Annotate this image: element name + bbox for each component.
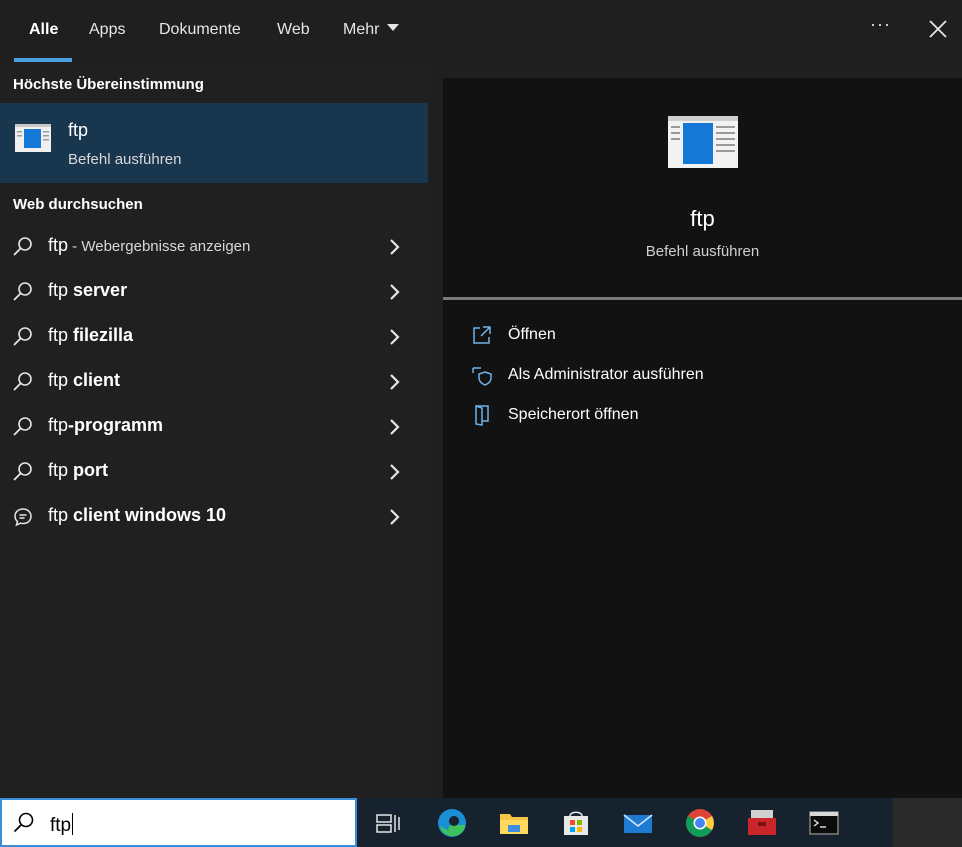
suggestion-prefix: ftp	[48, 505, 74, 525]
web-suggestion-item[interactable]: ftp filezilla	[0, 314, 428, 359]
open-icon	[473, 326, 491, 344]
run-as-admin-label: Als Administrator ausführen	[508, 366, 704, 383]
preview-pane: ftp Befehl ausführen Öffnen Als Administ…	[443, 78, 962, 798]
suggestion-bold: server	[73, 280, 128, 300]
search-tab-bar: Alle Apps Dokumente Web Mehr ···	[0, 0, 962, 62]
best-match-heading: Höchste Übereinstimmung	[13, 76, 204, 93]
web-suggestion-item[interactable]: ftp server	[0, 269, 428, 314]
chevron-right-icon	[390, 464, 400, 480]
more-options-icon[interactable]: ···	[870, 14, 891, 35]
file-location-icon	[475, 404, 489, 426]
search-icon	[13, 282, 32, 301]
chat-bubble-icon	[14, 508, 32, 527]
close-icon[interactable]	[926, 17, 950, 41]
suggestion-prefix: ftp	[48, 370, 74, 390]
web-suggestion-item[interactable]: ftp-programm	[0, 404, 428, 449]
preview-subtitle: Befehl ausführen	[645, 243, 760, 260]
taskbar-search-box[interactable]: ftp	[0, 798, 357, 847]
suggestion-prefix: ftp	[48, 325, 74, 345]
chevron-right-icon	[390, 284, 400, 300]
admin-shield-icon	[472, 367, 492, 386]
suggestion-bold: client	[73, 370, 121, 390]
tab-dokumente[interactable]: Dokumente	[159, 20, 241, 40]
search-icon	[13, 237, 32, 256]
file-explorer-icon[interactable]	[497, 806, 531, 840]
search-input-value[interactable]: ftp	[50, 815, 71, 836]
tab-apps[interactable]: Apps	[89, 20, 125, 40]
search-icon	[13, 462, 32, 481]
suggestion-hint: - Webergebnisse anzeigen	[68, 238, 251, 255]
chevron-right-icon	[390, 509, 400, 525]
mail-icon[interactable]	[621, 806, 655, 840]
search-icon	[13, 327, 32, 346]
chrome-icon[interactable]	[683, 806, 717, 840]
suggestion-prefix: ftp	[48, 235, 69, 255]
tab-web[interactable]: Web	[277, 20, 310, 40]
chevron-right-icon	[390, 239, 400, 255]
results-pane: Höchste Übereinstimmung ftp Befehl ausfü…	[0, 62, 428, 798]
search-icon	[13, 372, 32, 391]
web-suggestion-item[interactable]: ftp port	[0, 449, 428, 494]
best-match-title: ftp	[68, 120, 89, 140]
task-view-icon[interactable]	[371, 806, 405, 840]
best-match-item[interactable]: ftp Befehl ausführen	[0, 103, 428, 183]
edge-icon[interactable]	[435, 806, 469, 840]
chevron-right-icon	[390, 329, 400, 345]
file-location-label: Speicherort öffnen	[508, 406, 639, 423]
best-match-subtitle: Befehl ausführen	[68, 151, 182, 168]
divider	[443, 297, 962, 300]
open-action-label: Öffnen	[508, 326, 556, 343]
run-command-icon	[668, 116, 738, 168]
chevron-right-icon	[390, 374, 400, 390]
text-caret	[72, 813, 74, 835]
web-search-heading: Web durchsuchen	[13, 196, 143, 213]
run-command-icon	[15, 124, 51, 152]
tab-alle[interactable]: Alle	[29, 20, 58, 40]
tab-mehr[interactable]: Mehr	[343, 20, 400, 40]
suggestion-prefix: ftp	[48, 280, 74, 300]
suggestion-bold: port	[73, 460, 109, 480]
chevron-down-icon	[387, 24, 400, 31]
web-suggestion-item[interactable]: ftp client windows 10	[0, 494, 428, 539]
toolbox-icon[interactable]	[745, 806, 779, 840]
taskbar-tray-area	[893, 798, 962, 847]
suggestion-bold: filezilla	[73, 325, 134, 345]
store-icon[interactable]	[559, 806, 593, 840]
web-suggestion-item[interactable]: ftp client	[0, 359, 428, 404]
suggestion-prefix: ftp	[48, 415, 69, 435]
suggestion-bold: client windows 10	[73, 505, 227, 525]
search-icon	[13, 812, 34, 833]
web-suggestion-item[interactable]: ftp - Webergebnisse anzeigen	[0, 224, 428, 269]
terminal-icon[interactable]	[807, 806, 841, 840]
preview-title: ftp	[690, 206, 715, 231]
suggestion-prefix: ftp	[48, 460, 74, 480]
chevron-right-icon	[390, 419, 400, 435]
tab-mehr-label: Mehr	[343, 21, 380, 38]
taskbar: ftp	[0, 798, 962, 847]
suggestion-bold: -programm	[68, 415, 164, 435]
search-icon	[13, 417, 32, 436]
